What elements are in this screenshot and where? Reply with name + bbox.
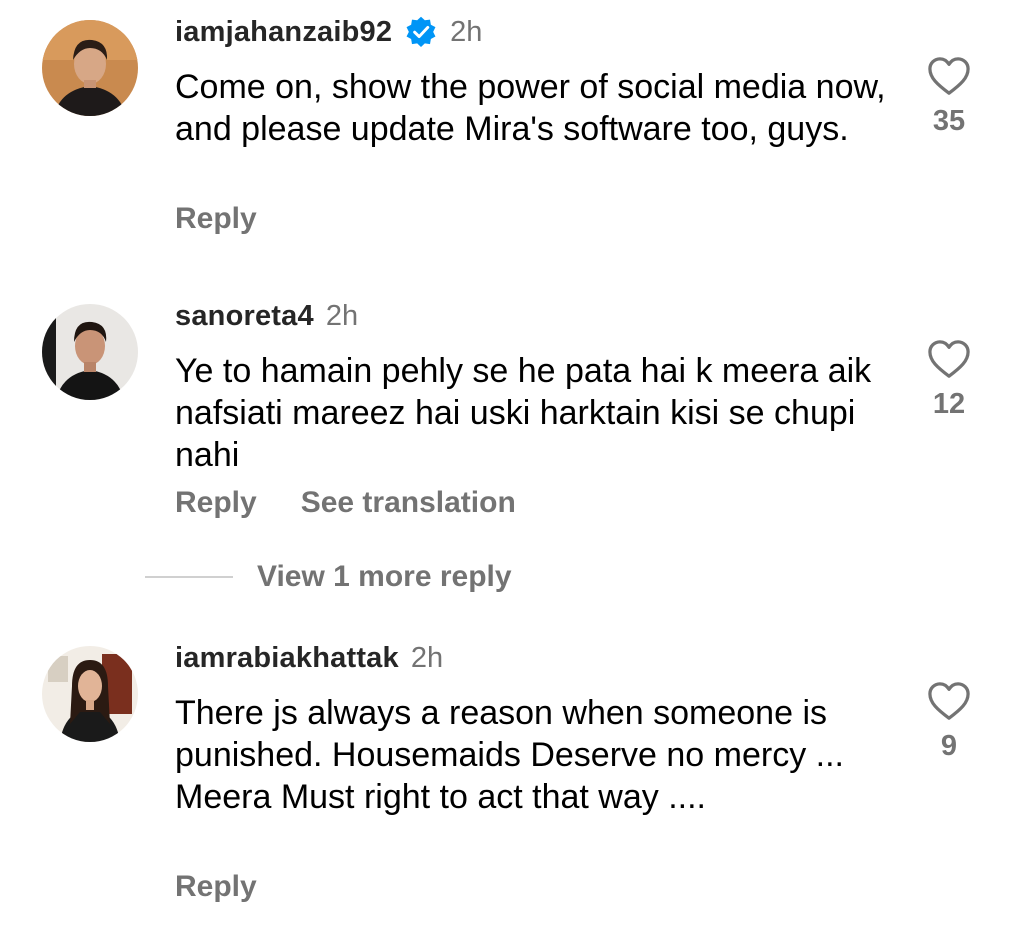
avatar-photo-icon [42,646,138,742]
heart-icon[interactable] [926,338,972,380]
comment-text: There js always a reason when someone is… [175,694,844,816]
avatar-photo-icon [42,304,138,400]
reply-button[interactable]: Reply [175,202,257,236]
comment-header: iamrabiakhattak 2h [175,638,443,678]
username[interactable]: iamrabiakhattak [175,642,399,675]
heart-icon[interactable] [926,680,972,722]
like-control: 9 [908,680,990,763]
username[interactable]: iamjahanzaib92 [175,16,392,49]
timestamp: 2h [450,15,483,48]
reply-button[interactable]: Reply [175,486,257,520]
view-more-replies: View 1 more reply [145,554,512,600]
timestamp: 2h [325,299,359,332]
view-more-replies-button[interactable]: View 1 more reply [257,560,512,594]
like-count: 9 [940,730,958,762]
like-control: 12 [908,338,990,421]
timestamp: 2h [410,641,444,674]
like-count: 35 [932,105,966,137]
avatar[interactable] [42,646,138,742]
avatar-photo-icon [42,20,138,116]
comment-header: iamjahanzaib92 2h [175,12,482,52]
comment-actions: Reply [175,202,257,236]
like-control: 35 [908,55,990,138]
like-count: 12 [932,388,966,420]
comment-text: Ye to hamain pehly se he pata hai k meer… [175,352,872,474]
comment-actions: Reply See translation [175,486,516,520]
verified-badge-icon [404,15,438,49]
see-translation-button[interactable]: See translation [301,486,516,520]
avatar[interactable] [42,20,138,116]
username[interactable]: sanoreta4 [175,300,314,333]
heart-icon[interactable] [926,55,972,97]
reply-button[interactable]: Reply [175,870,257,904]
comment-text: Come on, show the power of social media … [175,68,886,148]
comment-actions: Reply [175,870,257,904]
comment-header: sanoreta4 2h [175,296,358,336]
avatar[interactable] [42,304,138,400]
divider [145,576,233,578]
